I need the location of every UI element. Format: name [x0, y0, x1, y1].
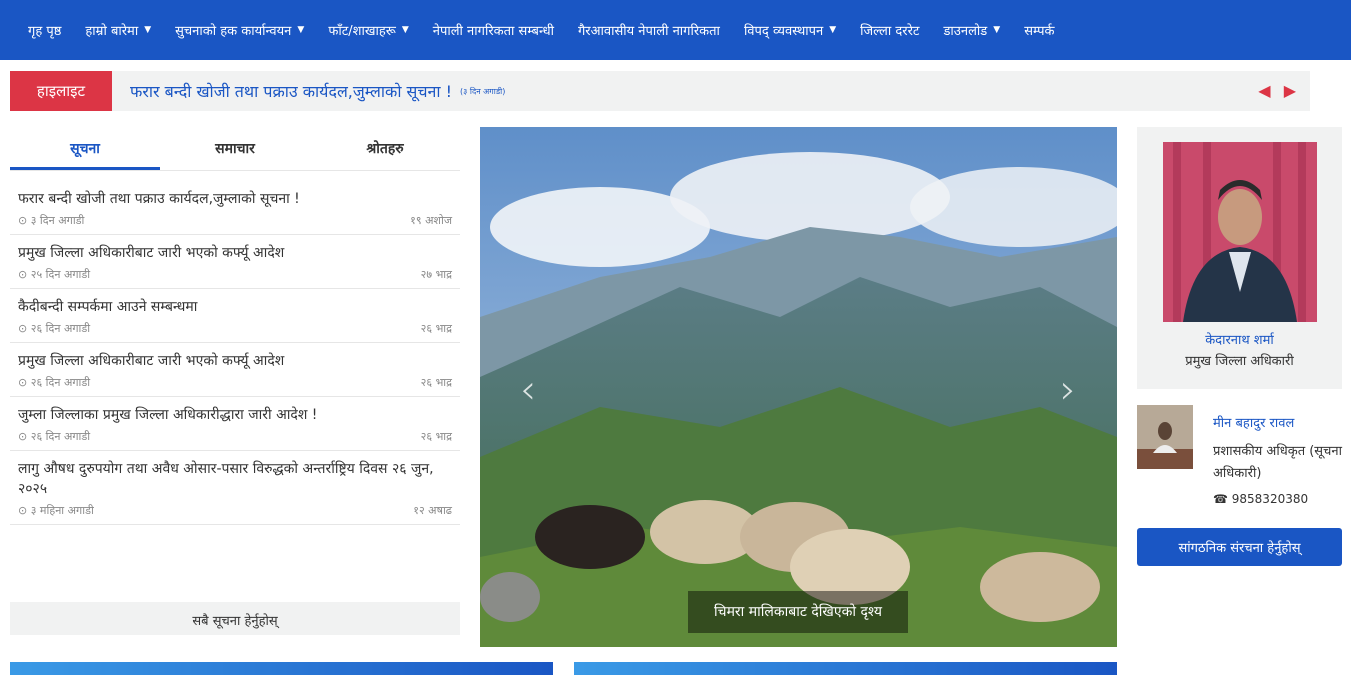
notice-ago: ⊙ २५ दिन अगाडी: [18, 267, 90, 282]
landscape-image: [480, 127, 1117, 647]
nav-item-label: सुचनाको हक कार्यान्वयन: [175, 24, 292, 39]
nav-item-2[interactable]: सुचनाको हक कार्यान्वयन ▼: [175, 21, 304, 39]
nav-item-label: सम्पर्क: [1024, 24, 1055, 39]
list-item[interactable]: लागु औषध दुरुपयोग तथा अवैध ओसार-पसार विर…: [10, 459, 460, 525]
chevron-down-icon: ▼: [401, 25, 409, 35]
notice-ago: ⊙ ३ दिन अगाडी: [18, 213, 84, 228]
cdo-card: केदारनाथ शर्मा प्रमुख जिल्ला अधिकारी: [1137, 127, 1342, 389]
nav-item-label: गृह पृष्ठ: [28, 24, 62, 39]
notice-tabs: सूचना समाचार श्रोतहरु: [10, 127, 460, 171]
notice-date: २६ भाद्र: [420, 430, 452, 443]
info-officer-post: प्रशासकीय अधिकृत (सूचना अधिकारी): [1213, 444, 1342, 481]
cdo-name[interactable]: केदारनाथ शर्मा: [1137, 330, 1342, 348]
notice-meta: ⊙ २६ दिन अगाडी २६ भाद्र: [18, 375, 452, 390]
image-slider: ‹ › चिमरा मालिकाबाट देखिएको दृश्य: [480, 127, 1117, 647]
clock-icon: ⊙: [18, 322, 28, 335]
notice-meta: ⊙ २५ दिन अगाडी २७ भाद्र: [18, 267, 452, 282]
notice-date: २७ भाद्र: [420, 268, 452, 281]
view-all-notices-button[interactable]: सबै सूचना हेर्नुहोस्: [10, 602, 460, 635]
nav-item-label: विपद् व्यवस्थापन: [743, 24, 824, 39]
tab-news[interactable]: समाचार: [160, 127, 310, 170]
notice-ago-text: २६ दिन अगाडी: [30, 376, 91, 389]
nav-item-label: जिल्ला दररेट: [860, 24, 920, 39]
phone-icon: ☎: [1213, 492, 1232, 506]
nav-item-7[interactable]: जिल्ला दररेट: [860, 21, 919, 39]
notice-date: २६ भाद्र: [420, 322, 452, 335]
nav-item-label: फाँट/शाखाहरू: [328, 24, 396, 39]
tab-resources[interactable]: श्रोतहरु: [310, 127, 460, 170]
nav-item-3[interactable]: फाँट/शाखाहरू ▼: [328, 21, 408, 39]
highlight-arrows[interactable]: ◀ ▶: [1258, 81, 1300, 100]
nav-item-1[interactable]: हाम्रो बारेमा ▼: [85, 21, 151, 39]
clock-icon: ⊙: [18, 268, 28, 281]
notice-title[interactable]: जुम्ला जिल्लाका प्रमुख जिल्ला अधिकारीद्ध…: [18, 405, 452, 425]
clock-icon: ⊙: [18, 430, 28, 443]
list-item[interactable]: जुम्ला जिल्लाका प्रमुख जिल्ला अधिकारीद्ध…: [10, 405, 460, 451]
highlight-bar: हाइलाइट फरार बन्दी खोजी तथा पक्राउ कार्य…: [10, 71, 1310, 111]
info-officer-card: मीन बहादुर रावल प्रशासकीय अधिकृत (सूचना …: [1137, 405, 1342, 515]
slider-caption: चिमरा मालिकाबाट देखिएको दृश्य: [688, 591, 908, 633]
chevron-down-icon: ▼: [829, 25, 837, 35]
notice-ago-text: ३ दिन अगाडी: [30, 214, 85, 227]
chevron-down-icon: ▼: [144, 25, 152, 35]
notice-date: १९ अशोज: [410, 214, 452, 227]
bottom-banner-left: [10, 662, 553, 675]
notice-list: फरार बन्दी खोजी तथा पक्राउ कार्यदल,जुम्ल…: [10, 189, 460, 525]
notice-title[interactable]: प्रमुख जिल्ला अधिकारीबाट जारी भएको कर्फ्…: [18, 243, 452, 263]
slider-next-button[interactable]: ›: [1060, 367, 1076, 413]
slider-prev-button[interactable]: ‹: [520, 367, 536, 413]
notice-title[interactable]: लागु औषध दुरुपयोग तथा अवैध ओसार-पसार विर…: [18, 459, 452, 499]
bottom-banner-right: [574, 662, 1117, 675]
highlight-badge: हाइलाइट: [10, 71, 112, 111]
nav-item-label: हाम्रो बारेमा: [85, 24, 139, 39]
nav-item-8[interactable]: डाउनलोड ▼: [943, 21, 1000, 39]
org-structure-button[interactable]: सांगठनिक संरचना हेर्नुहोस्: [1137, 528, 1342, 566]
cdo-photo: [1163, 142, 1317, 322]
clock-icon: ⊙: [18, 504, 28, 517]
notice-ago: ⊙ २६ दिन अगाडी: [18, 321, 90, 336]
info-officer-phone: ☎ 9858320380: [1213, 492, 1308, 506]
nav-item-4[interactable]: नेपाली नागरिकता सम्बन्धी: [433, 21, 554, 39]
phone-number: 9858320380: [1231, 492, 1309, 506]
notice-ago: ⊙ ३ महिना अगाडी: [18, 503, 94, 518]
nav-item-0[interactable]: गृह पृष्ठ: [28, 21, 61, 39]
notice-title[interactable]: फरार बन्दी खोजी तथा पक्राउ कार्यदल,जुम्ल…: [18, 189, 452, 209]
notice-meta: ⊙ ३ दिन अगाडी १९ अशोज: [18, 213, 452, 228]
nav-item-6[interactable]: विपद् व्यवस्थापन ▼: [744, 21, 836, 39]
notice-title[interactable]: प्रमुख जिल्ला अधिकारीबाट जारी भएको कर्फ्…: [18, 351, 452, 371]
nav-item-label: गैरआवासीय नेपाली नागरिकता: [577, 24, 720, 39]
list-item[interactable]: कैदीबन्दी सम्पर्कमा आउने सम्बन्धमा ⊙ २६ द…: [10, 297, 460, 343]
notice-ago-text: २६ दिन अगाडी: [30, 322, 91, 335]
clock-icon: ⊙: [18, 376, 28, 389]
notice-date: २६ भाद्र: [420, 376, 452, 389]
notice-ago-text: २६ दिन अगाडी: [30, 430, 91, 443]
notice-panel: सूचना समाचार श्रोतहरु फरार बन्दी खोजी तथ…: [10, 127, 460, 635]
nav-item-5[interactable]: गैरआवासीय नेपाली नागरिकता: [578, 21, 720, 39]
chevron-down-icon: ▼: [993, 25, 1001, 35]
clock-icon: ⊙: [18, 214, 28, 227]
list-item[interactable]: प्रमुख जिल्ला अधिकारीबाट जारी भएको कर्फ्…: [10, 243, 460, 289]
highlight-time: (३ दिन अगाडी): [460, 86, 506, 96]
chevron-down-icon: ▼: [297, 25, 305, 35]
notice-meta: ⊙ २६ दिन अगाडी २६ भाद्र: [18, 429, 452, 444]
notice-meta: ⊙ २६ दिन अगाडी २६ भाद्र: [18, 321, 452, 336]
nav-item-label: डाउनलोड: [943, 24, 988, 39]
notice-title[interactable]: कैदीबन्दी सम्पर्कमा आउने सम्बन्धमा: [18, 297, 452, 317]
info-officer-name[interactable]: मीन बहादुर रावल: [1213, 413, 1294, 431]
main-navbar: गृह पृष्ठ हाम्रो बारेमा ▼ सुचनाको हक कार्या…: [0, 0, 1351, 60]
list-item[interactable]: फरार बन्दी खोजी तथा पक्राउ कार्यदल,जुम्ल…: [10, 189, 460, 235]
notice-date: १२ अषाढ: [413, 504, 452, 517]
nav-item-label: नेपाली नागरिकता सम्बन्धी: [432, 24, 554, 39]
notice-meta: ⊙ ३ महिना अगाडी १२ अषाढ: [18, 503, 452, 518]
tab-notices[interactable]: सूचना: [10, 127, 160, 170]
notice-ago: ⊙ २६ दिन अगाडी: [18, 375, 90, 390]
cdo-post: प्रमुख जिल्ला अधिकारी: [1185, 354, 1294, 369]
highlight-link[interactable]: फरार बन्दी खोजी तथा पक्राउ कार्यदल,जुम्ल…: [130, 80, 452, 102]
notice-ago: ⊙ २६ दिन अगाडी: [18, 429, 90, 444]
notice-ago-text: २५ दिन अगाडी: [30, 268, 91, 281]
list-item[interactable]: प्रमुख जिल्ला अधिकारीबाट जारी भएको कर्फ्…: [10, 351, 460, 397]
notice-ago-text: ३ महिना अगाडी: [30, 504, 94, 517]
nav-item-9[interactable]: सम्पर्क: [1024, 21, 1054, 39]
info-officer-photo: [1137, 405, 1193, 469]
